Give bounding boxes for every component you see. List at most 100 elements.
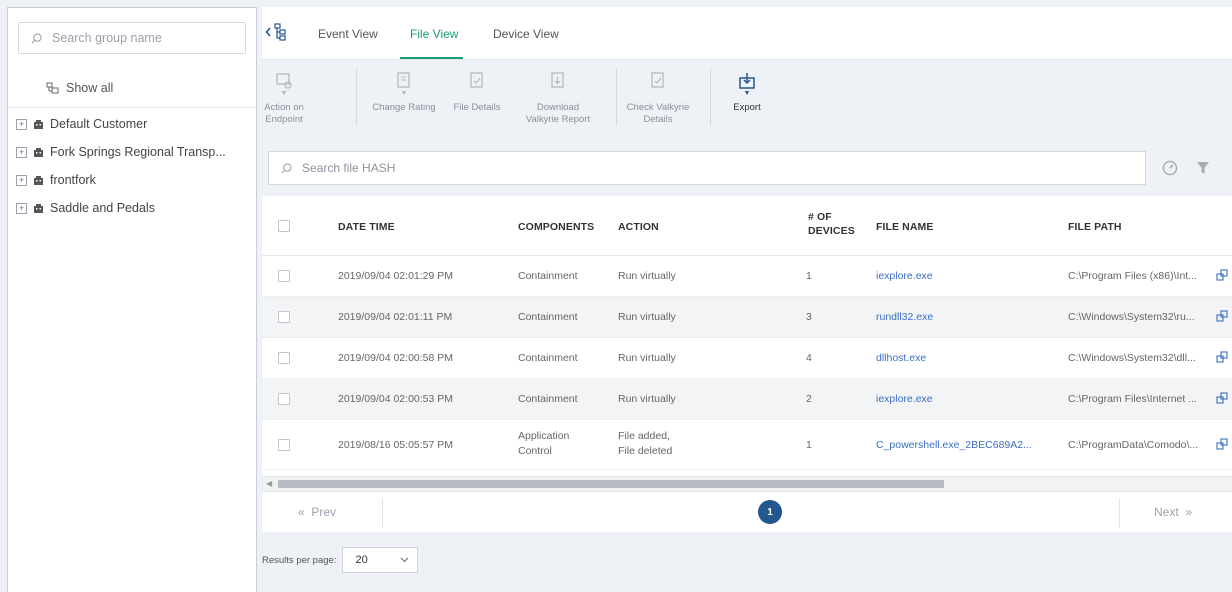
chevron-down-icon xyxy=(401,557,409,563)
cell-filename-link[interactable]: dllhost.exe xyxy=(876,352,926,364)
search-tools xyxy=(1146,151,1232,185)
action-on-endpoint-line2: Endpoint xyxy=(265,114,303,125)
results-per-page-select[interactable]: 20 xyxy=(342,547,419,573)
expand-icon[interactable]: + xyxy=(16,174,27,186)
tab-event-view[interactable]: Event View xyxy=(318,27,378,41)
export-button[interactable]: ▼ Export xyxy=(724,72,770,114)
group-search-input[interactable]: Search group name xyxy=(18,22,246,54)
next-label: Next xyxy=(1154,505,1179,519)
group-item-fork-springs[interactable]: + Fork Springs Regional Transp... xyxy=(8,138,256,166)
main-panel: Event View File View Device View ▼ Actio… xyxy=(262,7,1232,592)
row-checkbox[interactable] xyxy=(278,352,290,364)
cell-filepath: C:\Program Files (x86)\Int... xyxy=(1068,270,1197,282)
scrollbar-thumb[interactable] xyxy=(278,480,944,488)
download-valkyrie-line1: Download xyxy=(536,102,580,113)
action-on-endpoint-button[interactable]: ▼ Action on Endpoint xyxy=(262,72,306,126)
building-icon xyxy=(33,147,44,158)
copy-icon[interactable] xyxy=(1216,351,1228,363)
table-row[interactable]: 2019/09/04 02:01:11 PM Containment Run v… xyxy=(262,297,1232,338)
table-row[interactable]: 2019/08/16 05:05:57 PM Application Contr… xyxy=(262,420,1232,470)
download-valkyrie-report-button[interactable]: Download Valkyrie Report xyxy=(518,72,598,126)
cell-devices: 2 xyxy=(806,393,812,405)
dropdown-caret-icon: ▼ xyxy=(280,90,288,97)
col-action[interactable]: ACTION xyxy=(618,221,659,233)
cell-action: Run virtually xyxy=(618,393,676,405)
change-rating-label: Change Rating xyxy=(372,102,436,113)
change-rating-button[interactable]: ▼ Change Rating xyxy=(366,72,442,114)
col-datetime[interactable]: DATE TIME xyxy=(338,221,395,233)
expand-icon[interactable]: + xyxy=(16,146,27,158)
toolbar-separator xyxy=(616,68,617,126)
group-label: Saddle and Pedals xyxy=(50,201,155,215)
col-components[interactable]: COMPONENTS xyxy=(518,221,594,233)
prev-page-button[interactable]: « Prev xyxy=(298,505,336,519)
copy-icon[interactable] xyxy=(1216,310,1228,322)
col-filename[interactable]: FILE NAME xyxy=(876,221,933,233)
tab-device-view[interactable]: Device View xyxy=(493,27,559,41)
cell-filepath: C:\Windows\System32\dll... xyxy=(1068,352,1196,364)
cell-datetime: 2019/09/04 02:01:29 PM xyxy=(338,270,454,282)
building-icon xyxy=(33,203,44,214)
row-checkbox[interactable] xyxy=(278,439,290,451)
cell-filename-link[interactable]: iexplore.exe xyxy=(876,393,933,405)
dropdown-caret-icon: ▼ xyxy=(743,90,751,97)
groups-icon xyxy=(46,82,59,93)
expand-icon[interactable]: + xyxy=(16,202,27,214)
toolbar-separator xyxy=(356,68,357,126)
horizontal-scrollbar[interactable]: ◀ xyxy=(262,476,1232,491)
file-details-icon xyxy=(470,72,483,88)
cell-filename-link[interactable]: iexplore.exe xyxy=(876,270,933,282)
collapse-tree-button[interactable] xyxy=(265,23,286,41)
page-number-button[interactable]: 1 xyxy=(758,500,782,524)
cell-components-line1: Application xyxy=(518,430,570,442)
pager-divider xyxy=(1119,498,1120,527)
hierarchy-icon xyxy=(274,23,286,41)
cell-action: Run virtually xyxy=(618,270,676,282)
cell-devices: 3 xyxy=(806,311,812,323)
file-details-label: File Details xyxy=(453,102,501,113)
check-valkyrie-icon xyxy=(651,72,664,88)
cell-devices: 1 xyxy=(806,270,812,282)
table-row[interactable]: 2019/09/04 02:01:29 PM Containment Run v… xyxy=(262,256,1232,297)
cell-components: Containment xyxy=(518,311,578,323)
group-item-saddle-and-pedals[interactable]: + Saddle and Pedals xyxy=(8,194,256,222)
file-hash-search-input[interactable]: Search file HASH xyxy=(268,151,1146,185)
col-devices[interactable]: # OF DEVICES xyxy=(808,210,855,238)
group-label: Fork Springs Regional Transp... xyxy=(50,145,226,159)
group-item-default-customer[interactable]: + Default Customer xyxy=(8,110,256,138)
search-icon xyxy=(281,162,292,173)
copy-icon[interactable] xyxy=(1216,269,1228,281)
group-tree: + Default Customer + Fork Springs Region… xyxy=(8,110,256,222)
cell-filepath: C:\Program Files\Internet ... xyxy=(1068,393,1197,405)
select-all-checkbox[interactable] xyxy=(278,220,290,232)
cell-filename-link[interactable]: rundll32.exe xyxy=(876,311,933,323)
cell-action: Run virtually xyxy=(618,311,676,323)
tab-file-view[interactable]: File View xyxy=(410,27,458,41)
row-checkbox[interactable] xyxy=(278,311,290,323)
view-tabs: Event View File View Device View xyxy=(262,7,1232,60)
file-details-button[interactable]: File Details xyxy=(450,72,504,114)
search-icon xyxy=(31,32,42,43)
group-search-placeholder: Search group name xyxy=(52,31,162,45)
reset-filter-icon[interactable] xyxy=(1162,160,1178,176)
cell-filename-link[interactable]: C_powershell.exe_2BEC689A2... xyxy=(876,439,1032,451)
next-page-button[interactable]: Next » xyxy=(1154,505,1192,519)
scroll-left-arrow-icon[interactable]: ◀ xyxy=(266,479,272,488)
group-item-frontfork[interactable]: + frontfork xyxy=(8,166,256,194)
row-checkbox[interactable] xyxy=(278,270,290,282)
copy-icon[interactable] xyxy=(1216,392,1228,404)
check-valkyrie-details-button[interactable]: Check Valkyrie Details xyxy=(622,72,694,126)
table-row[interactable]: 2019/09/04 02:00:53 PM Containment Run v… xyxy=(262,379,1232,420)
cell-components: Containment xyxy=(518,393,578,405)
file-table: DATE TIME COMPONENTS ACTION # OF DEVICES… xyxy=(262,196,1232,491)
show-all-button[interactable]: Show all xyxy=(8,68,256,108)
row-checkbox[interactable] xyxy=(278,393,290,405)
filter-icon[interactable] xyxy=(1196,161,1210,175)
group-panel: Search group name Show all + Default Cus… xyxy=(7,7,257,592)
table-row[interactable]: 2019/09/04 02:00:58 PM Containment Run v… xyxy=(262,338,1232,379)
col-filepath[interactable]: FILE PATH xyxy=(1068,221,1122,233)
cell-components-line2: Control xyxy=(518,445,552,457)
results-per-page-value: 20 xyxy=(355,554,368,566)
expand-icon[interactable]: + xyxy=(16,118,27,130)
copy-icon[interactable] xyxy=(1216,438,1228,450)
